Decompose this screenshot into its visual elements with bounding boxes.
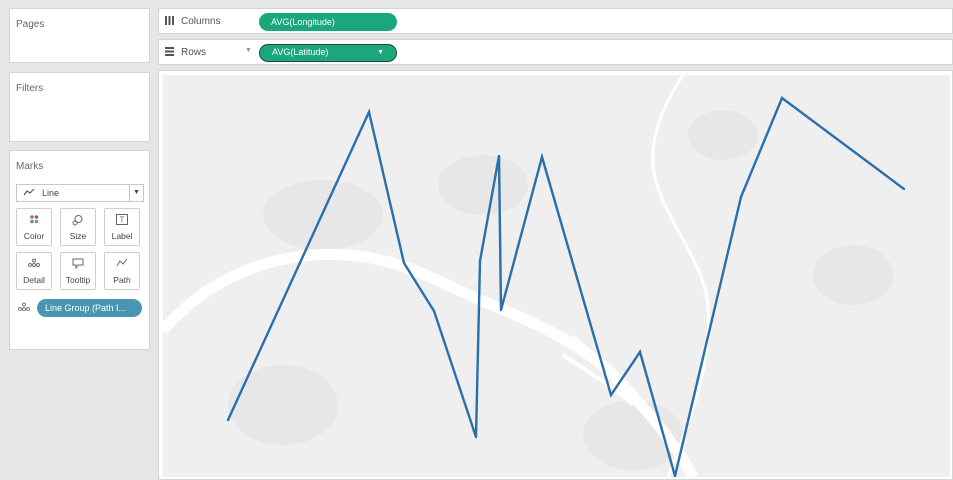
path-vertex[interactable] [432,309,436,313]
path-vertex[interactable] [499,308,503,312]
svg-text:T: T [120,216,125,225]
detail-dots-icon [17,258,51,272]
rows-shelf[interactable]: Rows ▼ AVG(Latitude) ▼ [158,39,953,65]
avg-longitude-pill[interactable]: AVG(Longitude) [259,13,397,31]
size-button-label: Size [69,231,87,241]
path-vertex[interactable] [638,350,642,354]
mark-type-label: Line [42,188,60,198]
path-vertex[interactable] [497,154,501,158]
color-dots-icon [17,214,51,228]
text-label-icon: T [105,214,139,228]
path-vertex[interactable] [474,435,478,439]
color-button-label: Color [23,231,45,241]
filters-card[interactable]: Filters [9,72,150,142]
rows-icon [164,46,175,60]
path-vertex[interactable] [902,187,906,191]
avg-latitude-pill-label: AVG(Latitude) [272,47,329,57]
path-vertex[interactable] [739,195,743,199]
path-line-icon [105,258,139,272]
rows-label: Rows [181,47,207,58]
size-button[interactable]: Size [60,208,96,246]
path-vertex[interactable] [780,96,784,100]
chevron-down-icon[interactable]: ▼ [377,45,384,60]
columns-icon [164,15,175,29]
tooltip-button-label: Tooltip [65,275,91,285]
color-button[interactable]: Color [16,208,52,246]
pages-title: Pages [16,19,45,30]
path-vertex[interactable] [540,155,544,159]
label-button-label: Label [111,231,133,241]
chevron-down-icon[interactable]: ▼ [129,185,143,201]
path-button[interactable]: Path [104,252,140,290]
label-button[interactable]: T Label [104,208,140,246]
path-vertex[interactable] [402,261,406,265]
line-group-pill[interactable]: Line Group (Path I... [37,299,142,317]
marks-title: Marks [16,161,44,172]
tooltip-button[interactable]: Tooltip [60,252,96,290]
mark-type-dropdown[interactable]: Line ▼ [16,184,144,202]
path-button-label: Path [113,275,131,285]
map-view[interactable] [163,75,950,477]
filters-title: Filters [16,83,44,94]
detail-button[interactable]: Detail [16,252,52,290]
tooltip-speech-icon [61,258,95,272]
pages-card[interactable]: Pages [9,8,150,63]
view-canvas[interactable] [158,70,953,480]
detail-dots-icon [18,302,30,314]
line-chart-icon [23,188,35,199]
chevron-down-icon[interactable]: ▼ [245,47,252,54]
marks-card: Marks Line ▼ Color Size T Label Detail T… [9,150,150,350]
path-vertex[interactable] [367,110,371,114]
path-vertex[interactable] [609,393,613,397]
columns-label: Columns [181,16,221,27]
path-vertex[interactable] [226,418,230,422]
avg-latitude-pill[interactable]: AVG(Latitude) ▼ [259,44,397,62]
size-shapes-icon [61,214,95,228]
path-vertex[interactable] [478,259,482,263]
columns-shelf[interactable]: Columns AVG(Longitude) [158,8,953,34]
tableau-workspace: Pages Filters Marks Line ▼ Color Size T … [0,0,953,480]
detail-field-row: Line Group (Path I... [16,299,146,317]
detail-button-label: Detail [23,275,45,285]
